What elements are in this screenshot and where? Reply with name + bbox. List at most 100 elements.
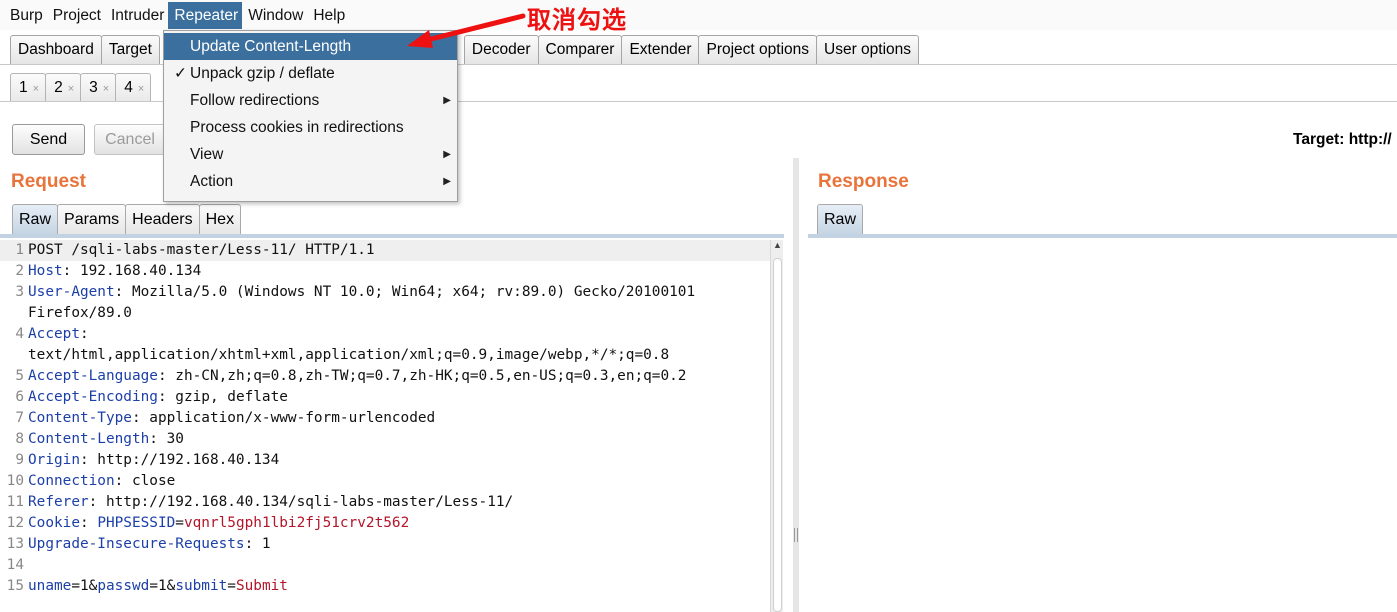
repeater-tab-label: 4: [124, 79, 133, 96]
send-button[interactable]: Send: [12, 124, 85, 155]
menu-item-view[interactable]: View ▶: [164, 141, 457, 168]
tab-dashboard[interactable]: Dashboard: [10, 35, 102, 65]
close-icon[interactable]: ×: [68, 83, 74, 95]
menu-repeater[interactable]: Repeater: [168, 1, 243, 29]
code-token: : 30: [149, 431, 184, 447]
code-token: : http://192.168.40.134: [79, 452, 280, 468]
menu-item-unpack-gzip[interactable]: ✓ Unpack gzip / deflate: [164, 60, 457, 87]
cancel-button[interactable]: Cancel: [94, 124, 166, 155]
menu-burp[interactable]: Burp: [4, 2, 47, 29]
line-number: 15: [6, 578, 24, 594]
tab-user-options[interactable]: User options: [816, 35, 920, 65]
line-number: 13: [6, 536, 24, 552]
line-content: uname=1&passwd=1&submit=Submit: [28, 576, 288, 597]
code-token: :: [79, 515, 98, 531]
code-token: :: [79, 326, 89, 342]
code-token: Origin: [28, 452, 80, 468]
code-token: Accept: [28, 326, 80, 342]
code-token: : 1: [244, 536, 271, 552]
menu-item-label: Follow redirections: [190, 92, 320, 109]
code-token: : 192.168.40.134: [62, 263, 202, 279]
line-content: Firefox/89.0: [28, 303, 132, 324]
line-content: User-Agent: Mozilla/5.0 (Windows NT 10.0…: [28, 282, 695, 303]
response-body[interactable]: [808, 238, 1397, 612]
menu-intruder[interactable]: Intruder: [105, 2, 168, 29]
code-token: Host: [28, 263, 63, 279]
menu-item-follow-redirections[interactable]: Follow redirections ▶: [164, 87, 457, 114]
code-token: =: [227, 578, 236, 594]
request-tab-hex[interactable]: Hex: [198, 204, 242, 235]
code-token: =: [175, 515, 184, 531]
annotation-text: 取消勾选: [527, 6, 627, 34]
request-heading: Request: [11, 171, 86, 192]
code-token: : Mozilla/5.0 (Windows NT 10.0; Win64; x…: [114, 284, 696, 300]
line-content: Origin: http://192.168.40.134: [28, 450, 279, 471]
repeater-tab-label: 3: [89, 79, 98, 96]
grip-icon[interactable]: [794, 528, 798, 542]
target-label: Target: http://: [1293, 131, 1392, 148]
line-content: Referer: http://192.168.40.134/sqli-labs…: [28, 492, 513, 513]
repeater-tab-1[interactable]: 1 ×: [10, 73, 47, 102]
editor-line[interactable]: 1 POST /sqli-labs-master/Less-11/ HTTP/1.…: [0, 240, 770, 261]
repeater-tab-3[interactable]: 3 ×: [80, 73, 117, 102]
line-number: 1: [15, 242, 24, 258]
menu-item-label: Action: [190, 173, 234, 190]
code-token: : application/x-www-form-urlencoded: [131, 410, 436, 426]
request-tab-headers[interactable]: Headers: [125, 204, 200, 235]
code-token: Content-Length: [28, 431, 150, 447]
repeater-tab-4[interactable]: 4 ×: [115, 73, 152, 102]
menu-item-action[interactable]: Action ▶: [164, 168, 457, 195]
code-token: : gzip, deflate: [157, 389, 288, 405]
menu-project[interactable]: Project: [47, 2, 105, 29]
repeater-tab-2[interactable]: 2 ×: [45, 73, 82, 102]
request-scrollbar[interactable]: ▲: [770, 240, 783, 612]
tab-extender[interactable]: Extender: [621, 35, 700, 65]
response-view-tabs: Raw: [817, 204, 864, 235]
request-tab-underline: [0, 234, 784, 238]
code-token: Referer: [28, 494, 89, 510]
menu-help[interactable]: Help: [307, 2, 349, 29]
line-number: 10: [6, 473, 24, 489]
line-content: Upgrade-Insecure-Requests: 1: [28, 534, 271, 555]
tab-comparer[interactable]: Comparer: [537, 35, 623, 65]
line-content: Cookie: PHPSESSID=vqnrl5gph1lbi2fj51crv2…: [28, 513, 409, 534]
code-token: User-Agent: [28, 284, 115, 300]
request-editor[interactable]: 1 POST /sqli-labs-master/Less-11/ HTTP/1.…: [0, 240, 770, 612]
line-number: 3: [15, 284, 24, 300]
line-content: Connection: close: [28, 471, 175, 492]
line-number: 8: [15, 431, 24, 447]
close-icon[interactable]: ×: [33, 83, 39, 95]
menu-item-label: View: [190, 146, 224, 163]
scroll-up-icon[interactable]: ▲: [773, 240, 782, 250]
close-icon[interactable]: ×: [138, 83, 144, 95]
line-content: Content-Type: application/x-www-form-url…: [28, 408, 435, 429]
response-tab-raw[interactable]: Raw: [817, 204, 864, 235]
menu-window[interactable]: Window: [242, 2, 307, 29]
submenu-arrow-icon: ▶: [443, 95, 451, 106]
line-content: Accept-Encoding: gzip, deflate: [28, 387, 288, 408]
repeater-tab-label: 2: [54, 79, 63, 96]
code-token: PHPSESSID: [97, 515, 176, 531]
repeater-tab-bar: 1 × 2 × 3 × 4 ×: [10, 73, 152, 102]
scrollbar-thumb[interactable]: [773, 258, 782, 612]
code-token: Accept-Language: [28, 368, 158, 384]
tab-project-options[interactable]: Project options: [698, 35, 818, 65]
code-token: : zh-CN,zh;q=0.8,zh-TW;q=0.7,zh-HK;q=0.5…: [157, 368, 687, 384]
menu-bar: Burp Project Intruder Repeater Window He…: [0, 0, 1397, 30]
menu-item-process-cookies[interactable]: Process cookies in redirections: [164, 114, 457, 141]
split-pane-divider[interactable]: [793, 158, 799, 612]
check-icon: ✓: [174, 65, 187, 82]
code-token: passwd: [97, 578, 150, 594]
request-tab-params[interactable]: Params: [57, 204, 127, 235]
code-token: uname: [28, 578, 72, 594]
tab-target[interactable]: Target: [100, 35, 160, 65]
code-token: Accept-Encoding: [28, 389, 158, 405]
code-token: submit: [175, 578, 228, 594]
line-number: 11: [6, 494, 24, 510]
code-token: : http://192.168.40.134/sqli-labs-master…: [88, 494, 514, 510]
line-number: 5: [15, 368, 24, 384]
submenu-arrow-icon: ▶: [443, 149, 451, 160]
request-tab-raw[interactable]: Raw: [12, 204, 59, 235]
line-number: 14: [6, 557, 24, 573]
close-icon[interactable]: ×: [103, 83, 109, 95]
